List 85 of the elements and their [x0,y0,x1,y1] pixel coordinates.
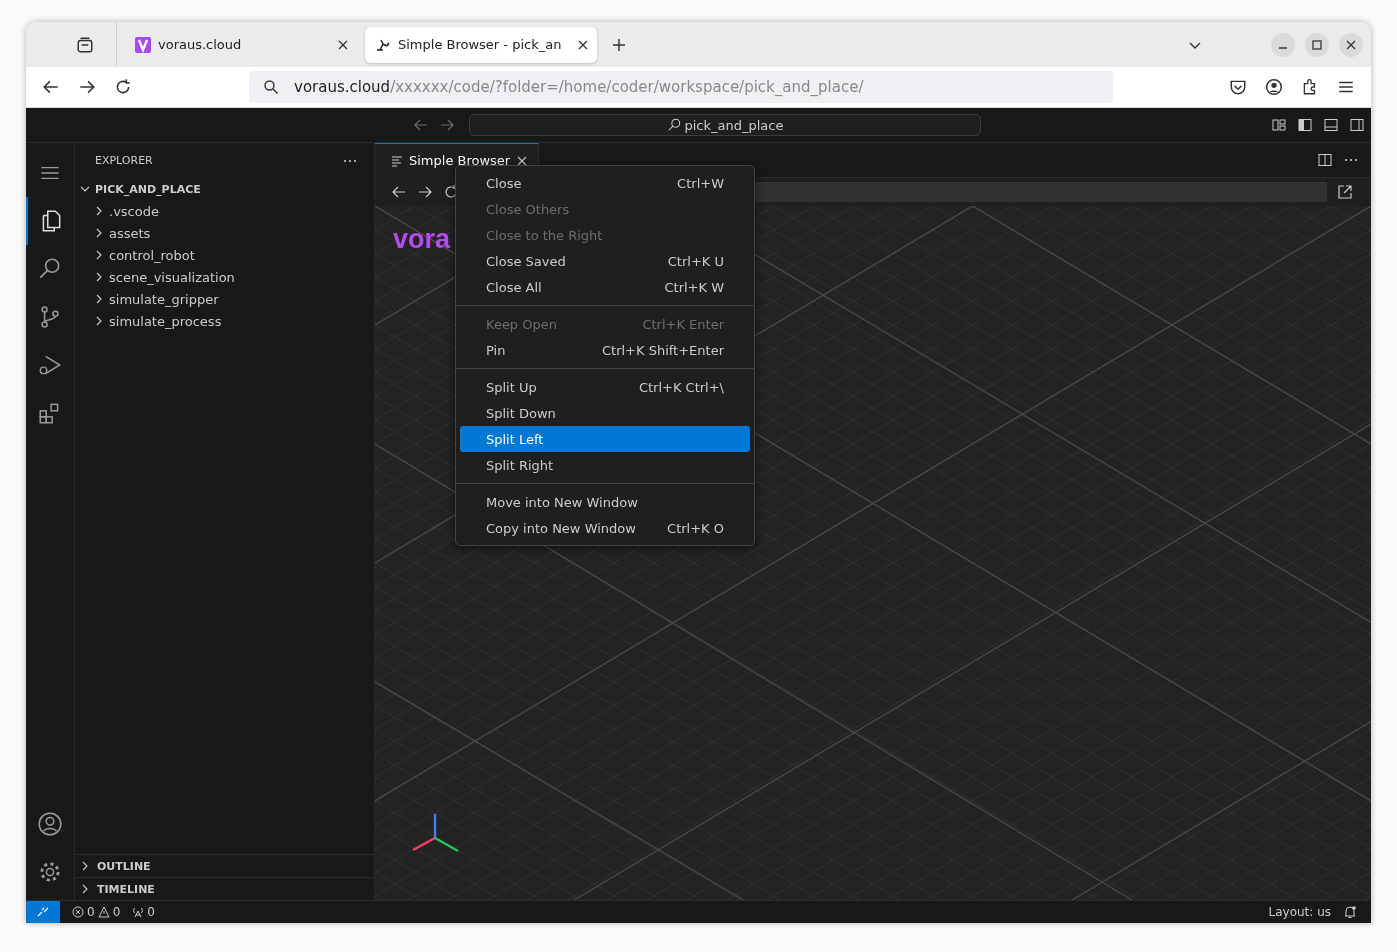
layout-icon[interactable] [1271,117,1287,133]
command-center[interactable]: pick_and_place [469,114,981,136]
menu-item[interactable]: Close Saved Ctrl+K U [460,248,750,274]
menu-item[interactable]: Close All Ctrl+K W [460,274,750,300]
menu-label: Copy into New Window [486,520,636,536]
shortcut-text: Ctrl+K O [667,520,724,536]
workspace-name: pick_and_place [684,117,784,133]
menu-label: Close Others [486,201,570,217]
tab-overview-icon[interactable] [76,35,94,54]
account-icon[interactable] [37,811,63,837]
tree-item[interactable]: simulate_process [75,310,374,332]
close-icon[interactable] [1339,32,1363,57]
browser-tab[interactable]: Simple Browser - pick_an [365,26,597,63]
menu-label: Split Up [486,379,537,395]
keyboard-layout[interactable]: Layout: us [1268,905,1331,919]
close-icon[interactable] [337,38,349,51]
bell-icon[interactable] [1343,905,1357,919]
menu-label: Split Down [486,405,556,421]
error-icon [72,906,84,918]
menu-item[interactable]: Move into New Window [460,489,750,515]
problems-button[interactable]: 0 0 [72,905,121,919]
tree-item[interactable]: .vscode [75,200,374,222]
shortcut-text: Ctrl+W [677,175,724,191]
remote-icon [37,906,49,918]
tree-item[interactable]: control_robot [75,244,374,266]
ports-button[interactable]: 0 [132,905,155,919]
warning-icon [97,906,110,918]
menu-label: Split Right [486,457,554,473]
pocket-icon[interactable] [1229,78,1247,96]
forward-arrow-icon[interactable] [417,184,433,200]
tab-title: Simple Browser - pick_an [398,37,563,52]
menu-label: Keep Open [486,316,557,332]
section-header[interactable]: OUTLINE [75,854,374,877]
close-icon[interactable] [577,38,589,51]
menu-item[interactable]: Copy into New Window Ctrl+K O [460,515,750,541]
menu-label: Pin [486,342,506,358]
menu-label: Split Left [486,431,544,447]
menu-item[interactable]: Split Left [460,426,750,452]
tree-item[interactable]: assets [75,222,374,244]
split-editor-icon[interactable] [1317,152,1333,168]
logo-text: vora [393,224,451,255]
panel-toggle-icon[interactable] [1323,117,1339,133]
address-bar[interactable]: voraus.cloud/xxxxxx/code/?folder=/home/coder/workspace/pick_and_place/ [249,71,1113,103]
url-text: voraus.cloud/xxxxxx/code/?folder=/home/coder/workspace/pick_and_place/ [294,78,864,96]
menu-label: Move into New Window [486,494,638,510]
minimize-icon[interactable] [1271,32,1295,57]
secondary-sidebar-icon[interactable] [1349,117,1365,133]
tree-item[interactable]: scene_visualization [75,266,374,288]
warning-count: 0 [112,905,121,919]
sidebar-title: EXPLORER [95,154,153,167]
shortcut-text: Ctrl+K W [664,279,724,295]
back-arrow-icon[interactable] [391,184,407,200]
close-icon[interactable] [516,154,529,167]
back-arrow-icon[interactable] [42,78,60,96]
menu-label: Close to the Right [486,227,603,243]
ports-count: 0 [147,905,155,919]
shortcut-text: Ctrl+K Enter [642,316,724,332]
search-icon [263,79,279,95]
menu-item[interactable]: Split Up Ctrl+K Ctrl+\ [460,374,750,400]
v-logo-icon [135,36,151,53]
menu-item[interactable]: Pin Ctrl+K Shift+Enter [460,337,750,363]
tab-label: Simple Browser [409,153,511,168]
menu-item[interactable]: Split Right [460,452,750,478]
maximize-icon[interactable] [1305,32,1329,57]
shortcut-text: Ctrl+K U [667,253,724,269]
new-tab-icon[interactable] [611,36,627,53]
tab-title: voraus.cloud [158,37,243,52]
preview-icon [391,154,403,167]
menu-label: Close [486,175,522,191]
account-icon[interactable] [1265,78,1283,96]
shortcut-text: Ctrl+K Ctrl+\ [638,379,724,395]
browser-tab[interactable]: voraus.cloud [125,26,357,63]
sidebar-toggle-icon[interactable] [1297,117,1313,133]
tree-item[interactable]: simulate_gripper [75,288,374,310]
tree-item[interactable]: PICK_AND_PLACE [75,178,374,200]
menu-item[interactable]: Split Down [460,400,750,426]
forward-arrow-icon[interactable] [78,78,96,96]
menu-label: Close All [486,279,542,295]
error-count: 0 [87,905,95,919]
menu-label: Close Saved [486,253,566,269]
reload-icon[interactable] [114,78,132,96]
search-icon [666,118,681,132]
open-external-icon[interactable] [1337,184,1353,200]
shortcut-text: Ctrl+K Shift+Enter [602,342,724,358]
antenna-icon [132,906,145,918]
